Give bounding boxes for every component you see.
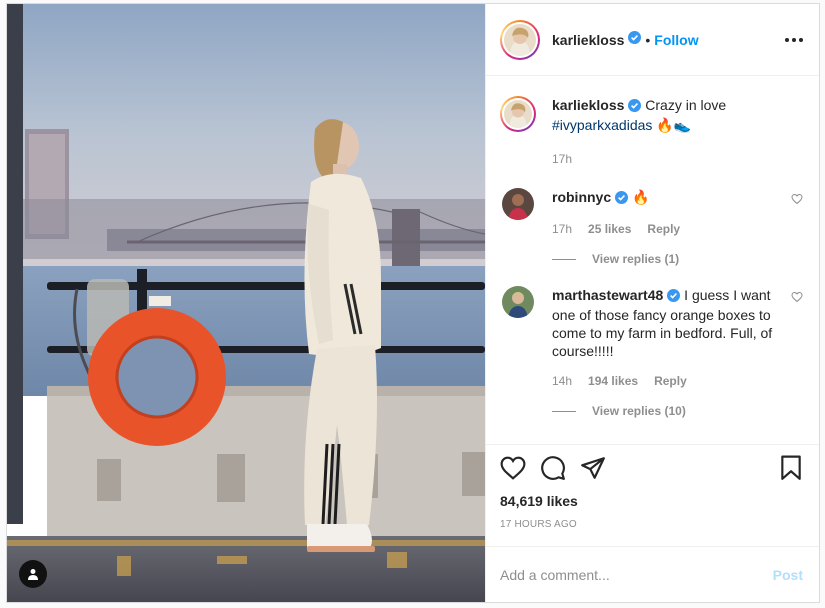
post-image: [7, 4, 485, 602]
comment-time[interactable]: 14h: [552, 374, 572, 388]
post-photo[interactable]: [7, 4, 485, 602]
comments-list: karliekloss Crazy in love #ivyparkxadida…: [486, 76, 819, 444]
post-comment-button[interactable]: Post: [773, 567, 803, 583]
reply-button[interactable]: Reply: [654, 374, 687, 388]
avatar-image: [502, 188, 534, 220]
share-icon[interactable]: [580, 455, 606, 486]
view-replies-button[interactable]: View replies (1): [552, 252, 803, 266]
view-replies-label: View replies (10): [592, 404, 686, 418]
caption-username[interactable]: karliekloss: [552, 97, 624, 113]
action-icons: [500, 455, 803, 485]
comment-likes[interactable]: 194 likes: [588, 374, 638, 388]
caption-body: Crazy in love: [645, 97, 727, 113]
avatar-image: [504, 100, 532, 128]
commenter-username[interactable]: robinnyc: [552, 189, 611, 205]
caption-time[interactable]: 17h: [552, 152, 572, 166]
verified-badge-icon: [628, 98, 642, 116]
caption-row: karliekloss Crazy in love #ivyparkxadida…: [500, 96, 803, 166]
add-comment-bar: Post: [486, 546, 819, 602]
more-options-icon[interactable]: [785, 32, 803, 48]
view-replies-button[interactable]: View replies (10): [552, 404, 803, 418]
post-header: karliekloss • Follow: [486, 4, 819, 76]
comment-row: marthastewart48 I guess I want one of th…: [500, 286, 803, 388]
comment-text: marthastewart48 I guess I want one of th…: [552, 286, 784, 360]
commenter-avatar[interactable]: [502, 286, 534, 318]
post-timestamp[interactable]: 17 HOURS AGO: [500, 519, 803, 530]
comment-body: 🔥: [632, 189, 650, 205]
post-container: karliekloss • Follow karliekloss Crazy i…: [6, 3, 820, 603]
likes-count[interactable]: 84,619 likes: [500, 493, 803, 509]
comment-time[interactable]: 17h: [552, 222, 572, 236]
caption-text: karliekloss Crazy in love #ivyparkxadida…: [552, 96, 784, 134]
comment-row: robinnyc 🔥 17h 25 likes Reply: [500, 188, 803, 236]
view-replies-label: View replies (1): [592, 252, 680, 266]
post-actions: 84,619 likes 17 HOURS AGO: [486, 444, 819, 546]
caption-avatar[interactable]: [500, 96, 536, 132]
commenter-avatar[interactable]: [502, 188, 534, 220]
verified-badge-icon: [628, 30, 642, 49]
bookmark-icon[interactable]: [779, 455, 803, 486]
author-avatar[interactable]: [500, 19, 540, 60]
like-comment-heart-icon[interactable]: [791, 290, 803, 308]
author-username[interactable]: karliekloss: [552, 32, 624, 48]
post-side-panel: karliekloss • Follow karliekloss Crazy i…: [485, 4, 819, 602]
caption-meta: 17h: [552, 152, 784, 166]
comment-icon[interactable]: [540, 455, 566, 486]
tagged-users-button[interactable]: [19, 560, 47, 588]
verified-badge-icon: [615, 190, 629, 208]
avatar-image: [502, 286, 534, 318]
comment-likes[interactable]: 25 likes: [588, 222, 631, 236]
comment-input[interactable]: [500, 566, 773, 583]
heart-icon[interactable]: [500, 456, 526, 485]
separator-dot: •: [645, 31, 651, 48]
reply-button[interactable]: Reply: [647, 222, 680, 236]
comment-meta: 17h 25 likes Reply: [552, 222, 784, 236]
follow-button[interactable]: Follow: [654, 32, 698, 48]
comment-text: robinnyc 🔥: [552, 188, 784, 208]
caption-hashtag[interactable]: #ivyparkxadidas: [552, 117, 652, 133]
comment-meta: 14h 194 likes Reply: [552, 374, 784, 388]
avatar-image: [504, 23, 536, 56]
replies-divider: [552, 410, 576, 412]
replies-divider: [552, 258, 576, 260]
verified-badge-icon: [667, 288, 681, 306]
like-comment-heart-icon[interactable]: [791, 192, 803, 210]
caption-emoji: 🔥👟: [656, 117, 692, 133]
commenter-username[interactable]: marthastewart48: [552, 287, 663, 303]
user-icon: [28, 569, 38, 580]
